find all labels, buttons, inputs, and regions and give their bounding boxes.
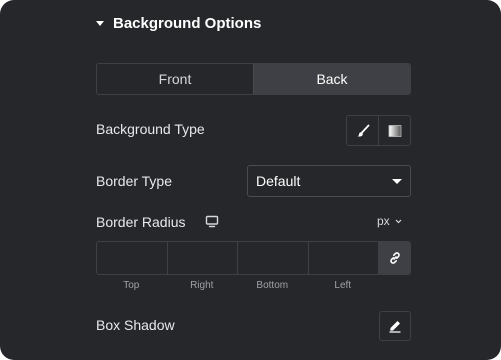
right-label: Right xyxy=(190,280,214,291)
background-type-choices xyxy=(346,115,411,146)
unit-label: px xyxy=(377,214,390,228)
front-back-toggle: Front Back xyxy=(96,63,411,95)
border-radius-label: Border Radius xyxy=(96,214,186,230)
link-icon xyxy=(389,252,400,264)
left-label: Left xyxy=(334,280,352,291)
radius-bottom-input[interactable] xyxy=(238,242,309,274)
top-label: Top xyxy=(123,280,140,291)
chevron-down-icon xyxy=(392,178,402,184)
front-tab[interactable]: Front xyxy=(97,64,253,94)
border-type-value: Default xyxy=(256,173,301,189)
radius-right-input[interactable] xyxy=(167,242,238,274)
background-type-label: Background Type xyxy=(96,121,205,137)
pencil-icon xyxy=(389,321,401,333)
classic-brush-button[interactable] xyxy=(347,116,378,145)
radius-top-input[interactable] xyxy=(97,242,168,274)
section-header[interactable]: Background Options xyxy=(96,13,261,33)
border-type-select[interactable]: Default xyxy=(247,165,411,197)
chevron-down-icon xyxy=(395,219,402,223)
back-tab[interactable]: Back xyxy=(253,64,410,94)
radius-left-input[interactable] xyxy=(308,242,379,274)
unit-selector[interactable]: px xyxy=(377,214,402,228)
bottom-label: Bottom xyxy=(256,280,289,291)
box-shadow-edit-button[interactable] xyxy=(379,311,411,341)
link-values-button[interactable] xyxy=(379,242,410,274)
section-title: Background Options xyxy=(113,14,262,32)
gradient-icon xyxy=(388,124,401,137)
caret-down-icon xyxy=(96,21,104,26)
background-options-panel: Background Options Front Back Background… xyxy=(0,0,501,360)
gradient-button[interactable] xyxy=(378,116,410,145)
brush-icon xyxy=(357,124,369,137)
box-shadow-label: Box Shadow xyxy=(96,317,175,333)
desktop-icon[interactable] xyxy=(205,215,219,228)
border-radius-inputs xyxy=(96,241,411,275)
radius-field-labels: Top Right Bottom Left xyxy=(96,280,378,291)
border-type-label: Border Type xyxy=(96,173,173,189)
